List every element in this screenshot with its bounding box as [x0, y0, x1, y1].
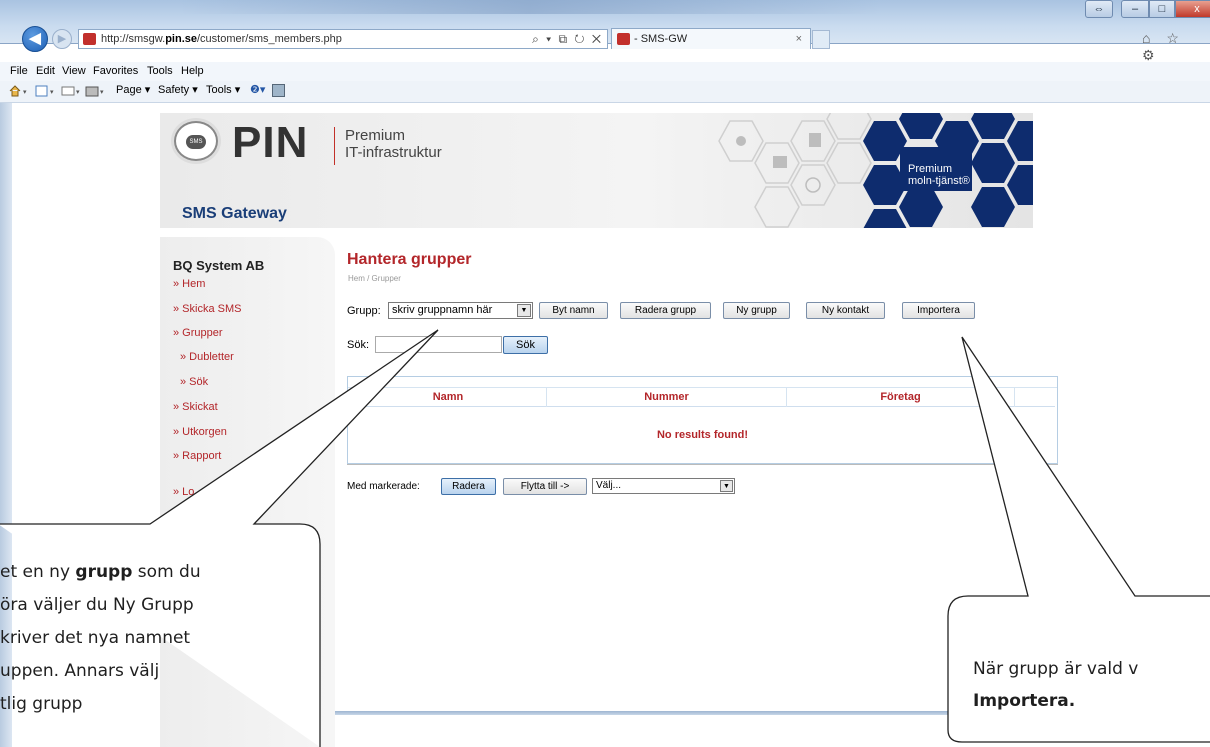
right-callout-line-2: Importera.: [973, 691, 1076, 711]
left-callout-line-2: öra väljer du Ny Grupp: [0, 595, 194, 615]
left-callout-line-3: kriver det nya namnet: [0, 628, 191, 648]
screenshot: ◀ ▶ http://smsgw.pin.se/customer/sms_mem…: [0, 0, 1210, 747]
left-callout-line-5: tlig grupp: [0, 694, 83, 714]
left-callout-line-4: uppen. Annars välj: [0, 661, 160, 681]
left-callout-line-1: et en ny grupp som du: [0, 562, 201, 582]
right-callout-line-1: När grupp är vald v: [973, 659, 1139, 679]
